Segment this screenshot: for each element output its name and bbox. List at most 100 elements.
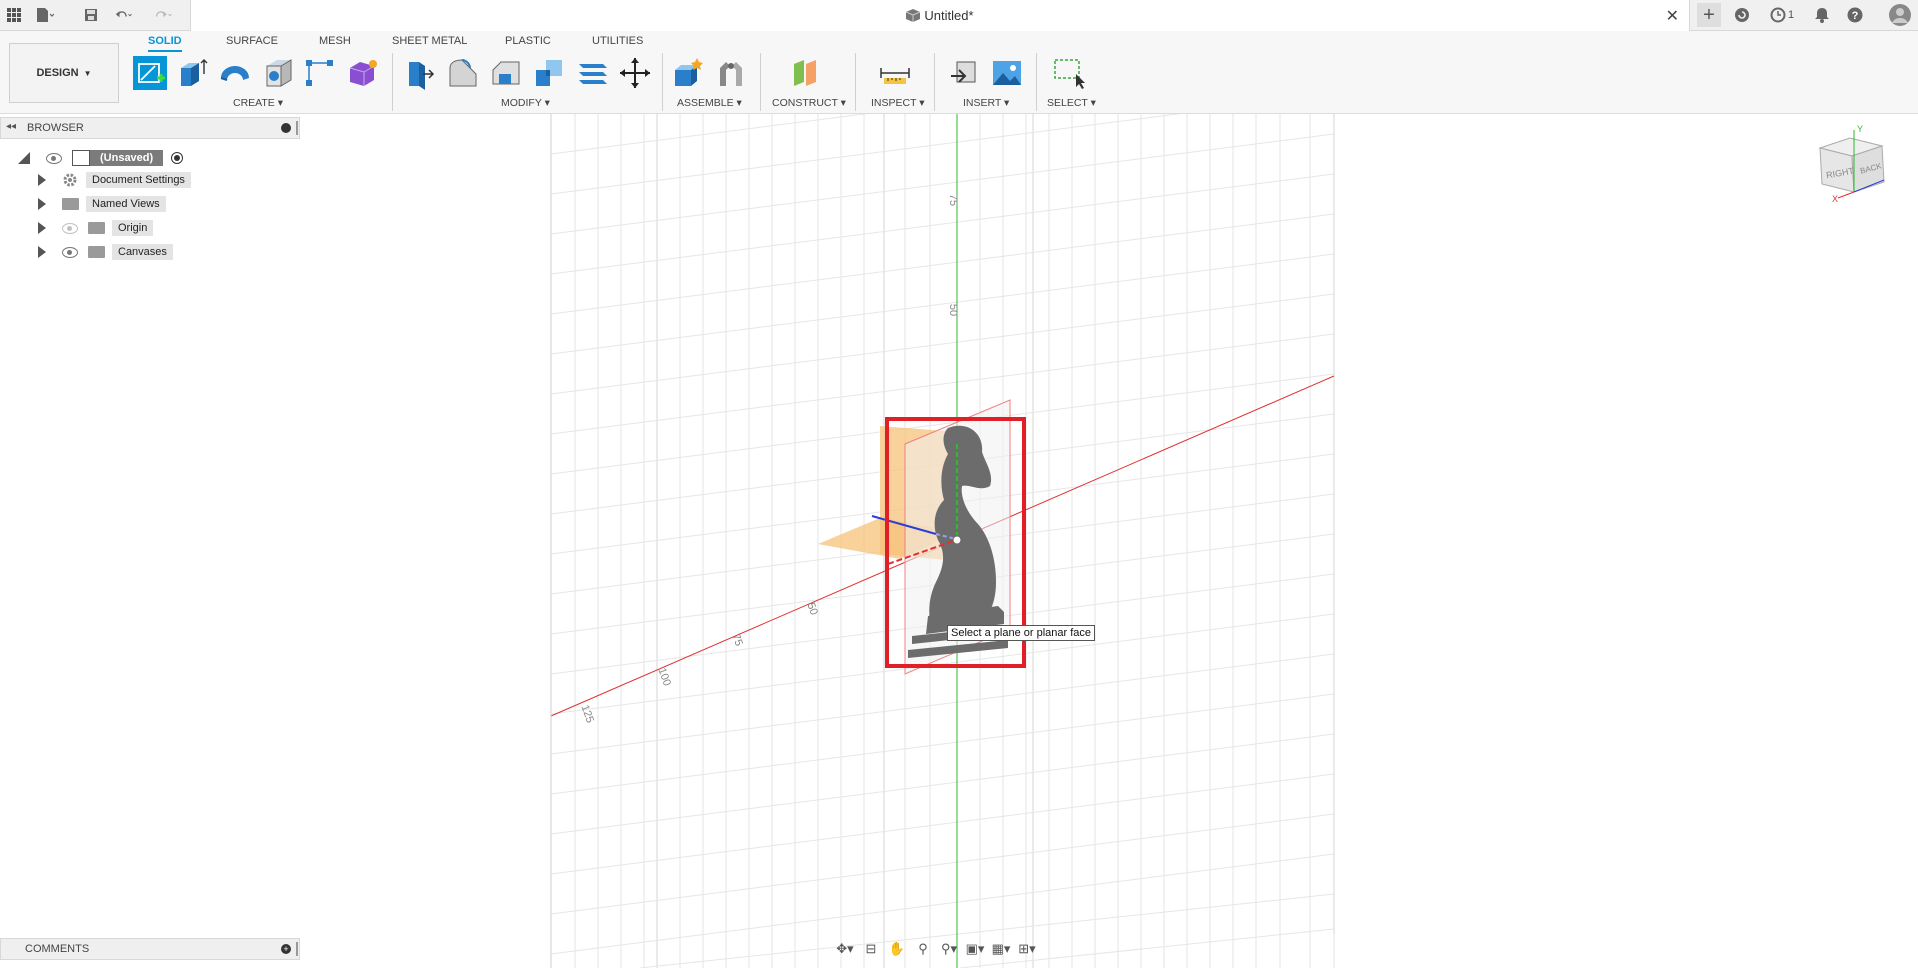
- create-menu-label: CREATE: [233, 97, 275, 109]
- browser-item-named-views[interactable]: Named Views: [38, 194, 166, 214]
- select-menu[interactable]: SELECT ▾: [1047, 97, 1096, 109]
- press-pull-icon[interactable]: [403, 56, 437, 90]
- browser-item-label: Canvases: [112, 244, 173, 260]
- document-title: Untitled*: [191, 8, 1689, 23]
- chevron-down-icon: ▼: [83, 68, 92, 78]
- 3d-viewport[interactable]: 75 50 50 75 100 125 Select a plane or pl…: [0, 114, 1918, 968]
- axis-tick-label: 50: [947, 303, 960, 317]
- revolve-icon[interactable]: [218, 56, 252, 90]
- create-form-icon[interactable]: [346, 56, 380, 90]
- app-grid-icon[interactable]: [5, 6, 23, 24]
- modify-menu[interactable]: MODIFY ▾: [501, 97, 550, 109]
- job-status-icon[interactable]: 1: [1765, 6, 1799, 24]
- offset-plane-icon[interactable]: [790, 56, 824, 90]
- group-divider: [934, 53, 935, 111]
- insert-menu[interactable]: INSERT ▾: [963, 97, 1009, 109]
- assemble-menu-label: ASSEMBLE: [677, 97, 734, 109]
- assemble-menu[interactable]: ASSEMBLE ▾: [677, 97, 742, 109]
- visibility-eye-icon[interactable]: [62, 246, 78, 258]
- orbit-icon[interactable]: ✥▾: [835, 941, 855, 957]
- panel-grip-icon[interactable]: [296, 121, 298, 135]
- hidden-eye-icon[interactable]: [62, 222, 78, 234]
- tab-utilities[interactable]: UTILITIES: [592, 35, 643, 47]
- close-tab-icon[interactable]: ✕: [1666, 6, 1679, 26]
- browser-item-origin[interactable]: Origin: [38, 218, 154, 238]
- look-at-icon[interactable]: ⊟: [861, 941, 881, 957]
- document-tab[interactable]: Untitled* ✕: [190, 0, 1690, 31]
- folder-icon: [88, 246, 105, 258]
- save-icon[interactable]: [82, 6, 100, 24]
- origin-point[interactable]: [952, 535, 962, 545]
- svg-text:?: ?: [1852, 10, 1859, 22]
- pan-icon[interactable]: ✋: [887, 941, 907, 957]
- extensions-icon[interactable]: [1733, 6, 1751, 24]
- collapse-panel-icon[interactable]: ◂◂: [6, 121, 16, 132]
- undo-icon[interactable]: [115, 6, 133, 24]
- extrude-icon[interactable]: [175, 56, 209, 90]
- file-menu-icon[interactable]: [36, 6, 54, 24]
- new-tab-icon[interactable]: +: [1697, 3, 1721, 27]
- browser-item-label: Document Settings: [86, 172, 191, 188]
- combine-icon[interactable]: [532, 56, 566, 90]
- workspace-label: DESIGN: [36, 67, 79, 79]
- construct-menu[interactable]: CONSTRUCT ▾: [772, 97, 846, 109]
- inspect-menu[interactable]: INSPECT ▾: [871, 97, 925, 109]
- tab-sheet-metal[interactable]: SHEET METAL: [392, 35, 467, 47]
- expand-arrow-icon[interactable]: [38, 198, 46, 210]
- expand-root-icon[interactable]: [18, 152, 30, 164]
- browser-item-document-settings[interactable]: Document Settings: [38, 170, 191, 190]
- activate-radio-icon[interactable]: [171, 152, 184, 164]
- visibility-eye-icon[interactable]: [46, 152, 62, 164]
- job-count: 1: [1787, 9, 1795, 21]
- new-component-icon[interactable]: [671, 56, 705, 90]
- insert-canvas-icon[interactable]: [990, 56, 1024, 90]
- comments-panel-header[interactable]: COMMENTS +: [0, 938, 300, 960]
- add-comment-icon[interactable]: +: [281, 944, 291, 954]
- shell-icon[interactable]: [262, 56, 296, 90]
- expand-arrow-icon[interactable]: [38, 222, 46, 234]
- fillet-icon[interactable]: [446, 56, 480, 90]
- minimize-panel-icon[interactable]: [281, 123, 291, 133]
- offset-face-icon[interactable]: [575, 56, 609, 90]
- user-avatar-icon[interactable]: [1889, 4, 1911, 26]
- help-icon[interactable]: ?: [1846, 6, 1864, 24]
- insert-derive-icon[interactable]: [947, 56, 981, 90]
- notifications-icon[interactable]: [1813, 6, 1831, 24]
- expand-arrow-icon[interactable]: [38, 174, 46, 186]
- zoom-icon[interactable]: ⚲: [913, 941, 933, 957]
- derive-icon[interactable]: [303, 56, 337, 90]
- browser-panel-header[interactable]: ◂◂ BROWSER: [0, 117, 300, 139]
- create-sketch-icon[interactable]: [133, 56, 167, 90]
- joint-icon[interactable]: [714, 56, 748, 90]
- measure-icon[interactable]: [878, 56, 912, 90]
- view-cube[interactable]: RIGHT BACK Y X: [1810, 124, 1910, 218]
- select-window-icon[interactable]: [1052, 56, 1086, 90]
- panel-grip-icon[interactable]: [296, 942, 298, 956]
- browser-root-node[interactable]: (Unsaved): [18, 148, 184, 168]
- root-component-label[interactable]: (Unsaved): [90, 150, 164, 166]
- redo-icon[interactable]: [155, 6, 173, 24]
- ribbon-toolbar: DESIGN ▼ SOLID SURFACE MESH SHEET METAL …: [0, 31, 1918, 114]
- move-copy-icon[interactable]: [618, 56, 652, 90]
- chamfer-icon[interactable]: [489, 56, 523, 90]
- group-divider: [662, 53, 663, 111]
- modify-menu-label: MODIFY: [501, 97, 542, 109]
- grid-settings-icon[interactable]: ▦▾: [991, 941, 1011, 957]
- selection-tooltip: Select a plane or planar face: [947, 625, 1096, 641]
- browser-item-canvases[interactable]: Canvases: [38, 242, 173, 262]
- viewports-icon[interactable]: ⊞▾: [1017, 941, 1037, 957]
- folder-icon: [88, 222, 105, 234]
- tab-surface[interactable]: SURFACE: [226, 35, 278, 47]
- tab-plastic[interactable]: PLASTIC: [505, 35, 551, 47]
- fit-icon[interactable]: ⚲▾: [939, 941, 959, 957]
- title-bar: Untitled* ✕ + 1 ?: [0, 0, 1918, 31]
- display-settings-icon[interactable]: ▣▾: [965, 941, 985, 957]
- navigation-bar: ✥▾ ⊟ ✋ ⚲ ⚲▾ ▣▾ ▦▾ ⊞▾: [835, 938, 1037, 960]
- expand-arrow-icon[interactable]: [38, 246, 46, 258]
- workspace-switcher-button[interactable]: DESIGN ▼: [9, 43, 119, 103]
- tab-mesh[interactable]: MESH: [319, 35, 351, 47]
- create-menu[interactable]: CREATE ▾: [233, 97, 283, 109]
- browser-item-label: Origin: [112, 220, 154, 236]
- tab-solid[interactable]: SOLID: [148, 35, 182, 52]
- viewport-canvas[interactable]: [0, 114, 1918, 968]
